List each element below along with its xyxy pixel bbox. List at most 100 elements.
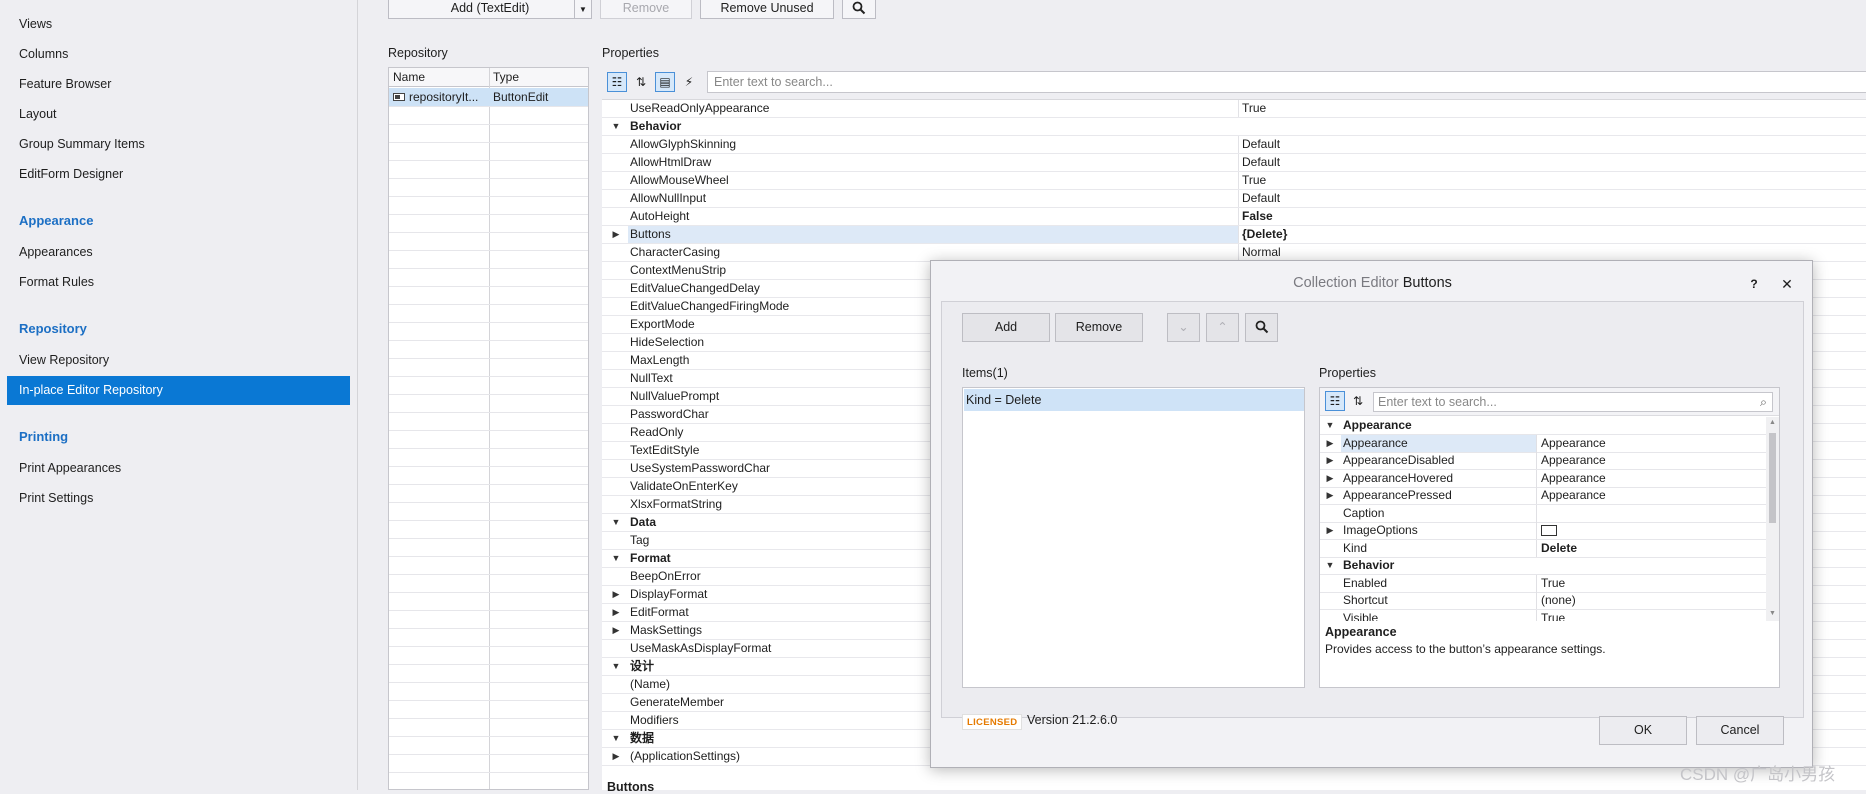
- expand-icon[interactable]: ▶: [1324, 522, 1336, 539]
- dialog-property-value[interactable]: Appearance: [1538, 470, 1606, 487]
- dialog-search-button[interactable]: [1245, 313, 1278, 342]
- ok-button[interactable]: OK: [1599, 716, 1687, 745]
- dialog-property-row[interactable]: Shortcut (none): [1320, 592, 1766, 610]
- dialog-close-button[interactable]: ✕: [1776, 273, 1798, 295]
- collapse-icon[interactable]: ▼: [610, 514, 622, 531]
- property-value[interactable]: Default: [1240, 136, 1280, 153]
- property-row[interactable]: ▶ Buttons {Delete}: [602, 226, 1866, 244]
- events-lightning-icon[interactable]: ⚡: [679, 72, 699, 92]
- property-value[interactable]: Default: [1240, 190, 1280, 207]
- nav-item-group-summary-items[interactable]: Group Summary Items: [19, 134, 145, 154]
- dialog-property-value[interactable]: True: [1538, 610, 1565, 622]
- dialog-property-category[interactable]: ▼ Appearance: [1320, 417, 1766, 435]
- expand-icon[interactable]: ▶: [610, 748, 622, 765]
- table-row[interactable]: repositoryIt... ButtonEdit: [389, 88, 588, 106]
- property-value[interactable]: False: [1240, 208, 1273, 225]
- dialog-property-value[interactable]: True: [1538, 575, 1565, 592]
- repo-col-type-header[interactable]: Type: [489, 68, 588, 87]
- repo-row-line: [389, 754, 588, 755]
- dialog-properties-search-input[interactable]: Enter text to search... ⌕: [1373, 392, 1773, 412]
- property-row[interactable]: AllowNullInput Default: [602, 190, 1866, 208]
- property-row[interactable]: AllowHtmlDraw Default: [602, 154, 1866, 172]
- cancel-button[interactable]: Cancel: [1696, 716, 1784, 745]
- collapse-icon[interactable]: ▼: [1324, 557, 1336, 574]
- property-category[interactable]: ▼ Behavior: [602, 118, 1866, 136]
- dialog-property-row[interactable]: Kind Delete: [1320, 539, 1766, 558]
- dialog-property-value[interactable]: [1538, 505, 1541, 522]
- dialog-property-row[interactable]: Enabled True: [1320, 574, 1766, 593]
- categorized-icon[interactable]: ☷: [607, 72, 627, 92]
- repository-grid[interactable]: Name Type repositoryIt... ButtonEdit: [388, 67, 589, 790]
- expand-icon[interactable]: ▶: [1324, 487, 1336, 504]
- add-dropdown-button[interactable]: ▼: [574, 0, 592, 19]
- property-row[interactable]: AllowGlyphSkinning Default: [602, 136, 1866, 154]
- help-button[interactable]: ?: [1743, 273, 1765, 295]
- dialog-property-row[interactable]: ▶ Appearance Appearance: [1320, 434, 1766, 453]
- expand-icon[interactable]: ▶: [1324, 452, 1336, 469]
- expand-icon[interactable]: ▶: [610, 226, 622, 243]
- dialog-property-category[interactable]: ▼ Behavior: [1320, 557, 1766, 575]
- properties-icon[interactable]: ▤: [655, 72, 675, 92]
- nav-item-feature-browser[interactable]: Feature Browser: [19, 74, 111, 94]
- move-down-button[interactable]: ⌄: [1167, 313, 1200, 342]
- collapse-icon[interactable]: ▼: [610, 550, 622, 567]
- nav-item-columns[interactable]: Columns: [19, 44, 68, 64]
- sort-alphabetical-icon[interactable]: ⇅: [1348, 391, 1368, 411]
- dialog-property-row[interactable]: Visible True: [1320, 609, 1766, 622]
- nav-item-view-repository[interactable]: View Repository: [19, 350, 109, 370]
- remove-button[interactable]: Remove: [600, 0, 692, 19]
- expand-icon[interactable]: ▶: [1324, 435, 1336, 452]
- items-list[interactable]: Kind = Delete: [962, 387, 1305, 688]
- dialog-property-row[interactable]: ▶ ImageOptions: [1320, 522, 1766, 540]
- properties-search-input[interactable]: Enter text to search...: [707, 71, 1866, 93]
- property-value[interactable]: True: [1240, 172, 1266, 189]
- property-row[interactable]: AllowMouseWheel True: [602, 172, 1866, 190]
- nav-item-layout[interactable]: Layout: [19, 104, 57, 124]
- expand-icon[interactable]: ▶: [1324, 470, 1336, 487]
- expand-icon[interactable]: ▶: [610, 586, 622, 603]
- repo-col-name-header[interactable]: Name: [389, 68, 489, 87]
- dialog-add-button[interactable]: Add: [962, 313, 1050, 342]
- list-item[interactable]: Kind = Delete: [964, 389, 1304, 411]
- property-value[interactable]: True: [1240, 100, 1266, 117]
- property-row[interactable]: AutoHeight False: [602, 208, 1866, 226]
- nav-item-appearances[interactable]: Appearances: [19, 242, 93, 262]
- dialog-property-value[interactable]: Appearance: [1538, 435, 1606, 452]
- nav-item-views[interactable]: Views: [19, 14, 52, 34]
- property-value[interactable]: Default: [1240, 154, 1280, 171]
- collapse-icon[interactable]: ▼: [610, 730, 622, 747]
- expand-icon[interactable]: ▶: [610, 622, 622, 639]
- nav-item-format-rules[interactable]: Format Rules: [19, 272, 94, 292]
- property-value[interactable]: Normal: [1240, 244, 1281, 261]
- collapse-icon[interactable]: ▼: [610, 658, 622, 675]
- dialog-remove-button[interactable]: Remove: [1055, 313, 1143, 342]
- scroll-down-icon[interactable]: ▼: [1769, 610, 1776, 617]
- property-row[interactable]: UseReadOnlyAppearance True: [602, 100, 1866, 118]
- scrollbar-thumb[interactable]: [1769, 433, 1776, 523]
- nav-item-in-place-editor-repository[interactable]: In-place Editor Repository: [7, 376, 350, 405]
- collapse-icon[interactable]: ▼: [1324, 417, 1336, 434]
- dialog-property-row[interactable]: Caption: [1320, 504, 1766, 523]
- dialog-property-row[interactable]: ▶ AppearanceDisabled Appearance: [1320, 452, 1766, 470]
- sort-alphabetical-icon[interactable]: ⇅: [631, 72, 651, 92]
- categorized-icon[interactable]: ☷: [1325, 391, 1345, 411]
- nav-item-print-appearances[interactable]: Print Appearances: [19, 458, 121, 478]
- dialog-property-row[interactable]: ▶ AppearancePressed Appearance: [1320, 487, 1766, 505]
- expand-icon[interactable]: ▶: [610, 604, 622, 621]
- move-up-button[interactable]: ⌃: [1206, 313, 1239, 342]
- property-value[interactable]: {Delete}: [1240, 226, 1287, 243]
- dialog-property-value[interactable]: Delete: [1538, 540, 1577, 557]
- dialog-property-row[interactable]: ▶ AppearanceHovered Appearance: [1320, 469, 1766, 488]
- dialog-property-value[interactable]: Appearance: [1538, 452, 1606, 469]
- nav-item-print-settings[interactable]: Print Settings: [19, 488, 93, 508]
- toolbar-search-button[interactable]: [842, 0, 876, 19]
- scroll-up-icon[interactable]: ▲: [1769, 419, 1776, 426]
- add-textedit-button[interactable]: Add (TextEdit): [388, 0, 592, 19]
- remove-unused-button[interactable]: Remove Unused: [700, 0, 834, 19]
- dialog-property-value[interactable]: (none): [1538, 592, 1576, 609]
- nav-item-editform-designer[interactable]: EditForm Designer: [19, 164, 123, 184]
- vertical-scrollbar[interactable]: ▲ ▼: [1766, 417, 1779, 621]
- collapse-icon[interactable]: ▼: [610, 118, 622, 135]
- dialog-properties-grid[interactable]: ▼ Appearance ▶ Appearance Appearance ▶ Appeara…: [1320, 417, 1766, 621]
- dialog-property-value[interactable]: Appearance: [1538, 487, 1606, 504]
